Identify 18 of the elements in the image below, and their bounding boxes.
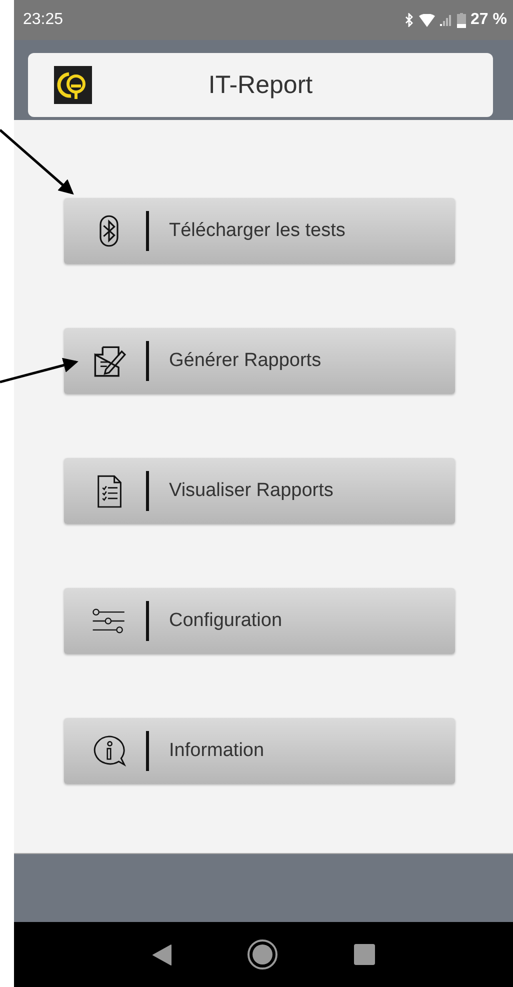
wifi-icon bbox=[418, 14, 435, 26]
menu-button[interactable]: Configuration bbox=[64, 588, 455, 654]
recents-icon[interactable] bbox=[354, 944, 376, 965]
app-title: IT-Report bbox=[207, 70, 314, 100]
clock-time: 23:25 bbox=[23, 11, 64, 29]
back-icon[interactable] bbox=[152, 944, 172, 966]
menu-button[interactable]: Information bbox=[64, 718, 455, 784]
menu-button[interactable]: Télécharger les tests bbox=[64, 198, 455, 264]
menu-button[interactable]: Visualiser Rapports bbox=[64, 458, 455, 524]
signal-icon bbox=[440, 14, 452, 26]
home-icon[interactable] bbox=[247, 939, 278, 970]
battery-level: 27 % bbox=[470, 11, 507, 29]
document-pencil-icon bbox=[92, 344, 126, 378]
menu-button[interactable]: Générer Rapports bbox=[64, 328, 455, 394]
info-icon bbox=[92, 734, 126, 768]
battery-icon bbox=[456, 12, 466, 28]
bluetooth-icon bbox=[404, 13, 414, 27]
logo-icon bbox=[54, 66, 92, 104]
